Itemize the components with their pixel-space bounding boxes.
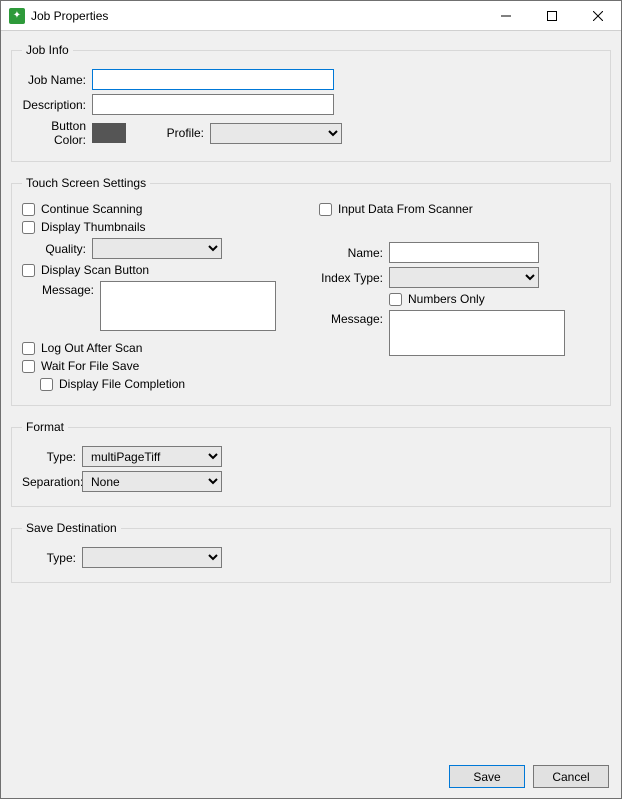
display-file-completion-checkbox[interactable]: Display File Completion bbox=[40, 377, 303, 391]
scanner-name-input[interactable] bbox=[389, 242, 539, 263]
wait-for-file-save-checkbox[interactable]: Wait For File Save bbox=[22, 359, 303, 373]
scan-message-label: Message: bbox=[40, 281, 100, 297]
save-type-select[interactable] bbox=[82, 547, 222, 568]
separation-select[interactable]: None bbox=[82, 471, 222, 492]
quality-select[interactable] bbox=[92, 238, 222, 259]
display-scan-button-checkbox[interactable]: Display Scan Button bbox=[22, 263, 303, 277]
app-icon: ✦ bbox=[9, 8, 25, 24]
description-input[interactable] bbox=[92, 94, 334, 115]
window-title: Job Properties bbox=[31, 9, 108, 23]
job-name-input[interactable] bbox=[92, 69, 334, 90]
display-thumbnails-checkbox[interactable]: Display Thumbnails bbox=[22, 220, 303, 234]
profile-select[interactable] bbox=[210, 123, 342, 144]
log-out-after-scan-checkbox[interactable]: Log Out After Scan bbox=[22, 341, 303, 355]
job-info-group: Job Info Job Name: Description: Button C… bbox=[11, 43, 611, 162]
format-type-label: Type: bbox=[22, 450, 82, 464]
job-name-label: Job Name: bbox=[22, 73, 92, 87]
titlebar: ✦ Job Properties bbox=[1, 1, 621, 31]
separation-label: Separation: bbox=[22, 475, 82, 489]
scan-message-textarea[interactable] bbox=[100, 281, 276, 331]
description-label: Description: bbox=[22, 98, 92, 112]
save-button[interactable]: Save bbox=[449, 765, 525, 788]
index-type-label: Index Type: bbox=[319, 271, 389, 285]
continue-scanning-checkbox[interactable]: Continue Scanning bbox=[22, 202, 303, 216]
index-type-select[interactable] bbox=[389, 267, 539, 288]
cancel-button[interactable]: Cancel bbox=[533, 765, 609, 788]
format-group: Format Type: multiPageTiff Separation: N… bbox=[11, 420, 611, 507]
button-color-label: Button Color: bbox=[22, 119, 92, 147]
maximize-button[interactable] bbox=[529, 1, 575, 31]
close-button[interactable] bbox=[575, 1, 621, 31]
touch-settings-legend: Touch Screen Settings bbox=[22, 176, 150, 190]
save-destination-legend: Save Destination bbox=[22, 521, 121, 535]
quality-label: Quality: bbox=[40, 242, 92, 256]
format-legend: Format bbox=[22, 420, 68, 434]
window: ✦ Job Properties Job Info Job Name: Desc… bbox=[0, 0, 622, 799]
save-destination-group: Save Destination Type: bbox=[11, 521, 611, 583]
touch-left-column: Continue Scanning Display Thumbnails Qua… bbox=[22, 198, 303, 395]
button-color-swatch[interactable] bbox=[92, 123, 126, 143]
client-area: Job Info Job Name: Description: Button C… bbox=[1, 31, 621, 798]
touch-right-column: Input Data From Scanner Name: Index Type… bbox=[319, 198, 600, 395]
input-data-from-scanner-checkbox[interactable]: Input Data From Scanner bbox=[319, 202, 600, 216]
job-info-legend: Job Info bbox=[22, 43, 73, 57]
format-type-select[interactable]: multiPageTiff bbox=[82, 446, 222, 467]
dialog-buttons: Save Cancel bbox=[11, 765, 611, 788]
scanner-name-label: Name: bbox=[319, 246, 389, 260]
profile-label: Profile: bbox=[140, 126, 210, 140]
scanner-message-textarea[interactable] bbox=[389, 310, 565, 356]
touch-settings-group: Touch Screen Settings Continue Scanning … bbox=[11, 176, 611, 406]
scanner-message-label: Message: bbox=[319, 310, 389, 326]
save-type-label: Type: bbox=[22, 551, 82, 565]
numbers-only-checkbox[interactable]: Numbers Only bbox=[389, 292, 485, 306]
minimize-button[interactable] bbox=[483, 1, 529, 31]
